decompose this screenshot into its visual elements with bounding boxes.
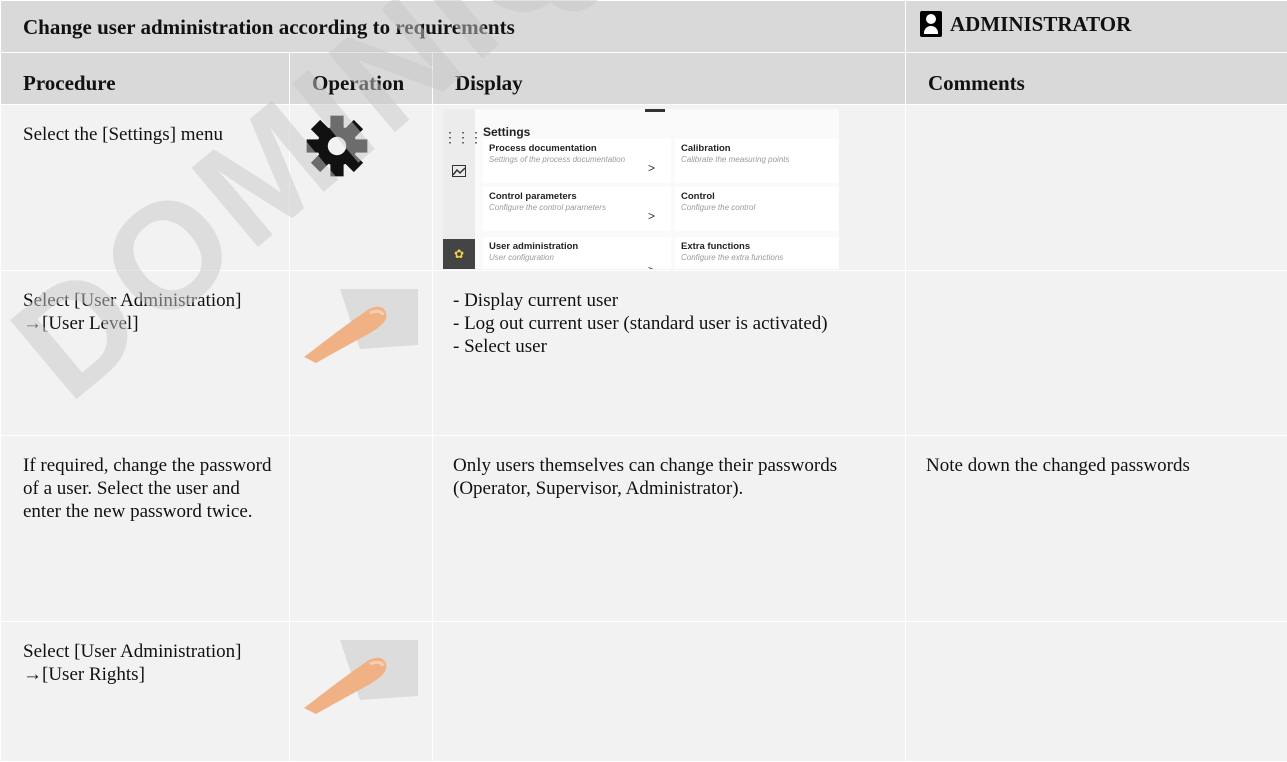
procedure-cell: If required, change the password of a us… xyxy=(1,436,290,622)
procedure-cell: Select the [Settings] menu xyxy=(1,105,290,271)
operation-cell xyxy=(290,436,433,622)
column-header-comments: Comments xyxy=(906,53,1287,105)
display-line: - Display current user xyxy=(453,289,891,312)
display-line: - Select user xyxy=(453,335,891,358)
table-row: Select [User Administration] →[User Leve… xyxy=(1,271,1287,436)
grid-icon: ⋮⋮⋮ xyxy=(443,123,475,151)
table-title-text: Change user administration according to … xyxy=(23,15,515,39)
gear-icon xyxy=(304,113,370,179)
procedure-cell: Select [User Administration] →[User Leve… xyxy=(1,271,290,436)
status-bar xyxy=(645,109,665,112)
user-icon xyxy=(920,11,942,37)
comment-cell xyxy=(906,271,1287,436)
tile-extra-functions[interactable]: Extra functions Configure the extra func… xyxy=(675,237,839,269)
tile-calibration[interactable]: Calibration Calibrate the measuring poin… xyxy=(675,139,839,183)
column-header-display: Display xyxy=(433,53,906,105)
table-row: Select [User Administration] →[User Righ… xyxy=(1,622,1287,762)
tile-control[interactable]: Control Configure the control > xyxy=(675,187,839,231)
display-cell: - Display current user - Log out current… xyxy=(433,271,906,436)
finger-tap-icon xyxy=(300,283,420,363)
display-cell: Only users themselves can change their p… xyxy=(433,436,906,622)
table-row: If required, change the password of a us… xyxy=(1,436,1287,622)
column-header-procedure: Procedure xyxy=(1,53,290,105)
operation-cell xyxy=(290,271,433,436)
comment-cell xyxy=(906,622,1287,762)
procedure-table: Change user administration according to … xyxy=(0,0,1287,762)
procedure-cell: Select [User Administration] →[User Righ… xyxy=(1,622,290,762)
chart-icon xyxy=(443,159,475,187)
nav-rail: ⋮⋮⋮ ✿ xyxy=(443,109,475,269)
tile-control-parameters[interactable]: Control parameters Configure the control… xyxy=(483,187,671,231)
display-line: - Log out current user (standard user is… xyxy=(453,312,891,335)
column-header-operation: Operation xyxy=(290,53,433,105)
role-label: ADMINISTRATOR xyxy=(950,12,1131,37)
table-row: Select the [Settings] menu xyxy=(1,105,1287,271)
operation-cell xyxy=(290,622,433,762)
operation-cell xyxy=(290,105,433,271)
settings-screenshot: ⋮⋮⋮ ✿ Settings Process documentation Set… xyxy=(443,109,839,269)
tile-user-administration[interactable]: User administration User configuration > xyxy=(483,237,671,269)
comment-cell: Note down the changed passwords xyxy=(906,436,1287,622)
chevron-right-icon: > xyxy=(648,157,655,180)
gear-icon: ✿ xyxy=(443,239,475,269)
display-cell: ⋮⋮⋮ ✿ Settings Process documentation Set… xyxy=(433,105,906,271)
role-cell: ADMINISTRATOR xyxy=(906,1,1287,53)
tile-process-documentation[interactable]: Process documentation Settings of the pr… xyxy=(483,139,671,183)
comment-cell xyxy=(906,105,1287,271)
display-cell xyxy=(433,622,906,762)
chevron-right-icon: > xyxy=(648,259,655,269)
finger-tap-icon xyxy=(300,634,420,714)
table-title: Change user administration according to … xyxy=(1,1,906,53)
chevron-right-icon: > xyxy=(648,205,655,228)
